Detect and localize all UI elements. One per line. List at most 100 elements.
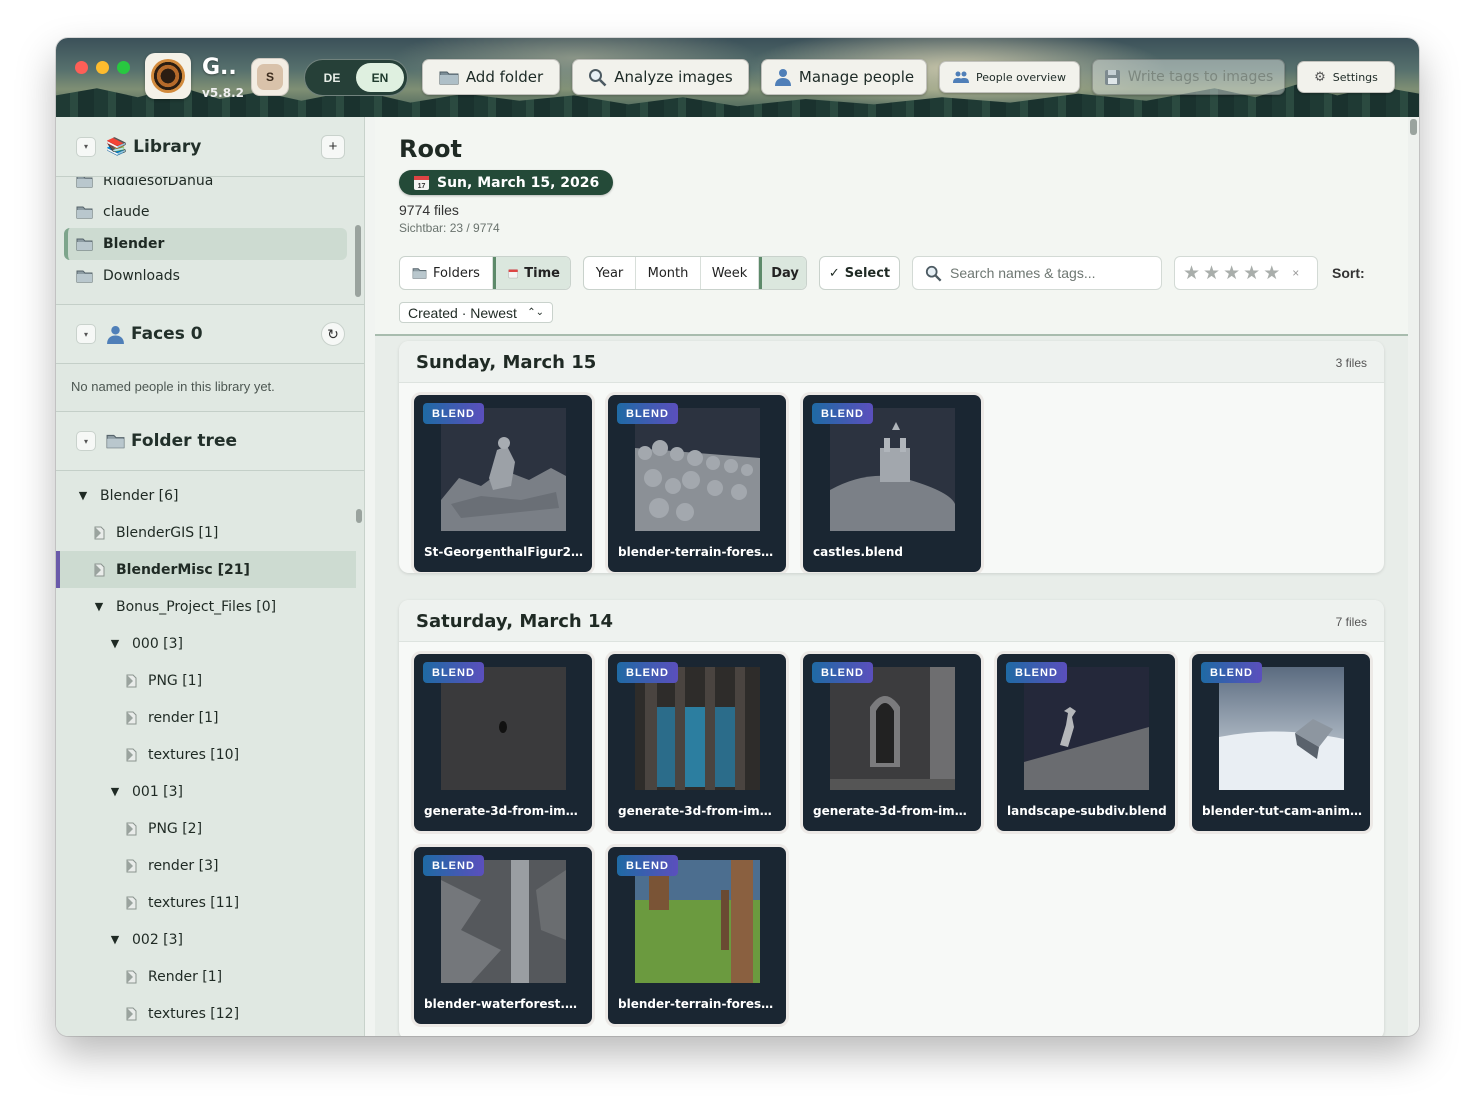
clear-rating-button[interactable]: × (1292, 266, 1299, 280)
tree-row[interactable]: render [3] (56, 847, 356, 884)
file-thumbnail (441, 408, 566, 531)
tree-row[interactable]: ▼ 001 [3] (56, 773, 356, 810)
file-card[interactable]: BLEND castles.blend (803, 395, 981, 572)
folder-tree-collapse-button[interactable]: ▾ (76, 431, 96, 451)
select-button[interactable]: ✓ Select (819, 256, 900, 290)
library-item[interactable]: RiddlesofDanua (64, 177, 347, 197)
main-scrollbar[interactable] (1408, 117, 1419, 1036)
file-card[interactable]: BLEND blender-terrain-forest1b... (608, 395, 786, 572)
calendar-icon-day: 17 (418, 183, 426, 190)
folder-leaf-icon (126, 711, 137, 724)
people-icon (953, 71, 970, 83)
add-library-button[interactable]: + (321, 134, 345, 159)
analyze-images-label: Analyze images (614, 68, 733, 86)
star-icon[interactable]: ★ (1263, 262, 1280, 285)
file-thumbnail (830, 667, 955, 790)
settings-button[interactable]: ⚙ Settings (1297, 61, 1395, 93)
folder-leaf-icon (126, 822, 137, 835)
file-name: castles.blend (813, 545, 904, 559)
folder-tree-scrollbar[interactable] (356, 509, 362, 523)
write-tags-label: Write tags to images (1127, 69, 1274, 85)
analyze-images-button[interactable]: Analyze images (572, 59, 749, 95)
star-icon[interactable]: ★ (1183, 262, 1200, 285)
date-group: Saturday, March 14 7 files BLEND generat… (399, 600, 1384, 1036)
user-avatar-button[interactable]: S (251, 58, 289, 96)
tree-row[interactable]: textures [12] (56, 995, 356, 1032)
granularity-day-button[interactable]: Day (759, 257, 806, 289)
star-icon[interactable]: ★ (1203, 262, 1220, 285)
chevron-down-icon[interactable]: ▼ (76, 489, 90, 502)
toolbar: G.. v5.8.2 S DE EN Add folder Analyze im… (56, 38, 1419, 117)
tree-row[interactable]: ▼ 000 [3] (56, 625, 356, 662)
file-type-badge: BLEND (1201, 662, 1262, 683)
library-scrollbar[interactable] (355, 225, 361, 297)
tree-row[interactable]: textures [11] (56, 884, 356, 921)
granularity-month-button[interactable]: Month (636, 257, 701, 289)
sort-select[interactable]: Created · Newest ⌃⌄ (399, 302, 553, 323)
library-list: RiddlesofDanua claude Blender Downloads (56, 177, 364, 304)
tree-row[interactable]: textures [10] (56, 736, 356, 773)
folder-icon (76, 270, 93, 283)
sidebar-splitter[interactable] (365, 117, 375, 1036)
tree-row[interactable]: BlenderGIS [1] (56, 514, 356, 551)
add-folder-button[interactable]: Add folder (422, 59, 560, 95)
tree-row[interactable]: render [1] (56, 699, 356, 736)
main-header: Root 17 Sun, March 15, 2026 9774 files S… (375, 117, 1408, 336)
chevron-down-icon[interactable]: ▼ (108, 785, 122, 798)
granularity-year-button[interactable]: Year (584, 257, 636, 289)
file-card[interactable]: BLEND St-GeorgenthalFigur2.bl... (414, 395, 592, 572)
tree-row[interactable]: ▼ Bonus_Project_Files [0] (56, 588, 356, 625)
file-type-badge: BLEND (423, 403, 484, 424)
zoom-window-button[interactable] (117, 61, 130, 74)
app-logo (145, 53, 191, 99)
faces-title: Faces 0 (131, 324, 203, 344)
page-title: Root (399, 135, 462, 163)
language-toggle: DE EN (304, 59, 408, 96)
view-time-button[interactable]: Time (492, 257, 570, 289)
file-card[interactable]: BLEND blender-tut-cam-anim.b... (1192, 654, 1370, 831)
view-mode-toggle: Folders Time (399, 256, 571, 290)
library-item[interactable]: claude (64, 196, 347, 228)
lang-en-button[interactable]: EN (356, 63, 404, 92)
chevron-down-icon[interactable]: ▼ (108, 933, 122, 946)
folder-icon (76, 206, 93, 219)
write-tags-button[interactable]: Write tags to images (1092, 59, 1285, 95)
manage-people-button[interactable]: Manage people (761, 59, 927, 95)
chevron-down-icon[interactable]: ▼ (92, 600, 106, 613)
file-card[interactable]: BLEND landscape-subdiv.blend (997, 654, 1175, 831)
tree-row[interactable]: Render [1] (56, 958, 356, 995)
tree-row-label: textures [12] (148, 1005, 240, 1022)
tree-row[interactable]: PNG [2] (56, 810, 356, 847)
lang-de-button[interactable]: DE (308, 63, 356, 92)
view-folders-button[interactable]: Folders (400, 257, 493, 289)
folder-leaf-icon (126, 859, 137, 872)
close-window-button[interactable] (75, 61, 88, 74)
people-overview-button[interactable]: People overview (939, 61, 1080, 93)
file-card[interactable]: BLEND generate-3d-from-imag... (414, 654, 592, 831)
faces-collapse-button[interactable]: ▾ (76, 324, 96, 344)
tree-row[interactable]: PNG [1] (56, 662, 356, 699)
tree-row[interactable]: ▼ Blender [6] (56, 477, 356, 514)
refresh-faces-button[interactable]: ↻ (321, 322, 345, 346)
tree-row[interactable]: ▼ 002 [3] (56, 921, 356, 958)
library-title: Library (133, 136, 202, 157)
granularity-week-button[interactable]: Week (701, 257, 759, 289)
file-card[interactable]: BLEND generate-3d-from-imag... (803, 654, 981, 831)
sort-label: Sort: (1332, 265, 1365, 281)
chevron-down-icon[interactable]: ▼ (108, 637, 122, 650)
file-name: St-GeorgenthalFigur2.bl... (424, 545, 584, 559)
avatar-letter: S (257, 64, 283, 90)
search-input[interactable]: Search names & tags... (912, 256, 1162, 290)
file-card[interactable]: BLEND blender-waterforest.ble... (414, 847, 592, 1024)
tree-row-selected[interactable]: BlenderMisc [21] (56, 551, 356, 588)
star-icon[interactable]: ★ (1223, 262, 1240, 285)
file-card[interactable]: BLEND blender-terrain-forest.b... (608, 847, 786, 1024)
star-icon[interactable]: ★ (1243, 262, 1260, 285)
library-item[interactable]: Downloads (64, 260, 347, 292)
date-group-header: Saturday, March 14 7 files (399, 600, 1384, 642)
file-type-badge: BLEND (423, 662, 484, 683)
minimize-window-button[interactable] (96, 61, 109, 74)
library-item-selected[interactable]: Blender (64, 228, 347, 260)
file-card[interactable]: BLEND generate-3d-from-imag... (608, 654, 786, 831)
library-collapse-button[interactable]: ▾ (76, 136, 96, 157)
